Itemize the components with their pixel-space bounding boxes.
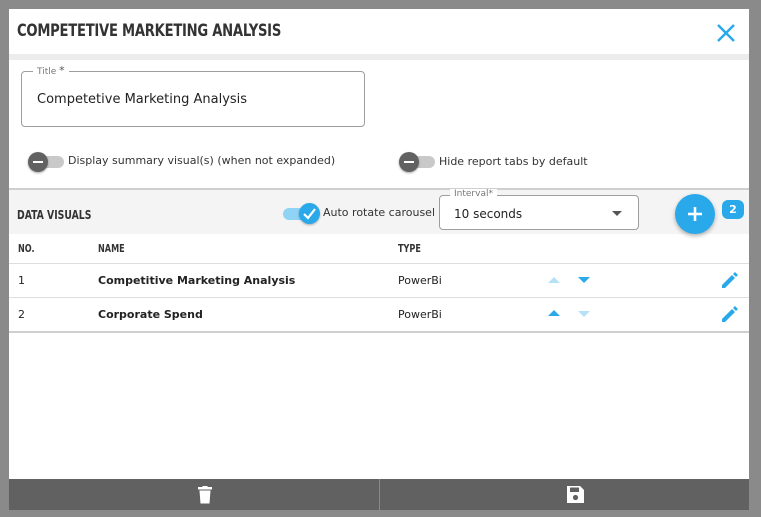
save-icon	[567, 486, 584, 503]
dialog-header: COMPETETIVE MARKETING ANALYSIS	[9, 9, 749, 54]
save-button[interactable]	[380, 479, 749, 510]
title-field-value[interactable]: Competetive Marketing Analysis	[37, 92, 247, 107]
auto-rotate-knob	[299, 203, 320, 224]
column-header-no: NO.	[18, 242, 35, 255]
summary-toggle[interactable]	[28, 152, 66, 172]
row-number: 1	[18, 274, 25, 287]
caret-down-icon	[612, 211, 622, 216]
minus-icon	[399, 152, 419, 172]
row-name: Corporate Spend	[98, 308, 203, 321]
hide-tabs-toggle-label: Hide report tabs by default	[439, 155, 588, 168]
required-mark: *	[59, 64, 65, 77]
move-down-icon[interactable]	[578, 311, 590, 317]
row-type: PowerBi	[398, 274, 442, 287]
pencil-icon[interactable]	[720, 304, 740, 324]
dialog-footer	[9, 479, 749, 510]
row-divider	[9, 297, 749, 298]
column-header-type: TYPE	[398, 242, 421, 255]
move-up-icon[interactable]	[548, 277, 560, 283]
close-icon[interactable]	[715, 22, 737, 44]
auto-rotate-label: Auto rotate carousel	[323, 206, 436, 219]
plus-icon	[688, 207, 702, 221]
summary-toggle-label: Display summary visual(s) (when not expa…	[68, 154, 336, 167]
row-type: PowerBi	[398, 308, 442, 321]
check-icon	[303, 208, 316, 220]
interval-select[interactable]: Interval* 10 seconds	[439, 189, 639, 230]
title-field[interactable]: Title * Competetive Marketing Analysis	[21, 64, 365, 127]
auto-rotate-toggle[interactable]	[283, 203, 321, 225]
interval-label: Interval*	[450, 189, 497, 199]
row-name: Competitive Marketing Analysis	[98, 274, 296, 287]
trash-icon	[198, 486, 212, 504]
row-number: 2	[18, 308, 25, 321]
header-divider	[9, 54, 749, 60]
dialog: COMPETETIVE MARKETING ANALYSIS Title * C…	[9, 9, 749, 510]
table-bottom-divider	[9, 331, 749, 333]
add-visual-button[interactable]	[675, 194, 715, 234]
move-up-icon[interactable]	[548, 310, 560, 316]
visual-count-badge: 2	[722, 200, 744, 219]
data-visuals-title: DATA VISUALS	[17, 208, 92, 222]
pencil-icon[interactable]	[720, 270, 740, 290]
move-down-icon[interactable]	[578, 277, 590, 283]
title-field-label: Title *	[33, 64, 69, 77]
column-header-name: NAME	[98, 242, 125, 255]
hide-tabs-toggle[interactable]	[399, 152, 437, 172]
delete-button[interactable]	[9, 479, 379, 510]
dialog-title: COMPETETIVE MARKETING ANALYSIS	[17, 21, 282, 41]
interval-value: 10 seconds	[454, 207, 523, 221]
title-label-text: Title	[37, 67, 57, 77]
minus-icon	[28, 152, 48, 172]
table-divider	[9, 263, 749, 264]
